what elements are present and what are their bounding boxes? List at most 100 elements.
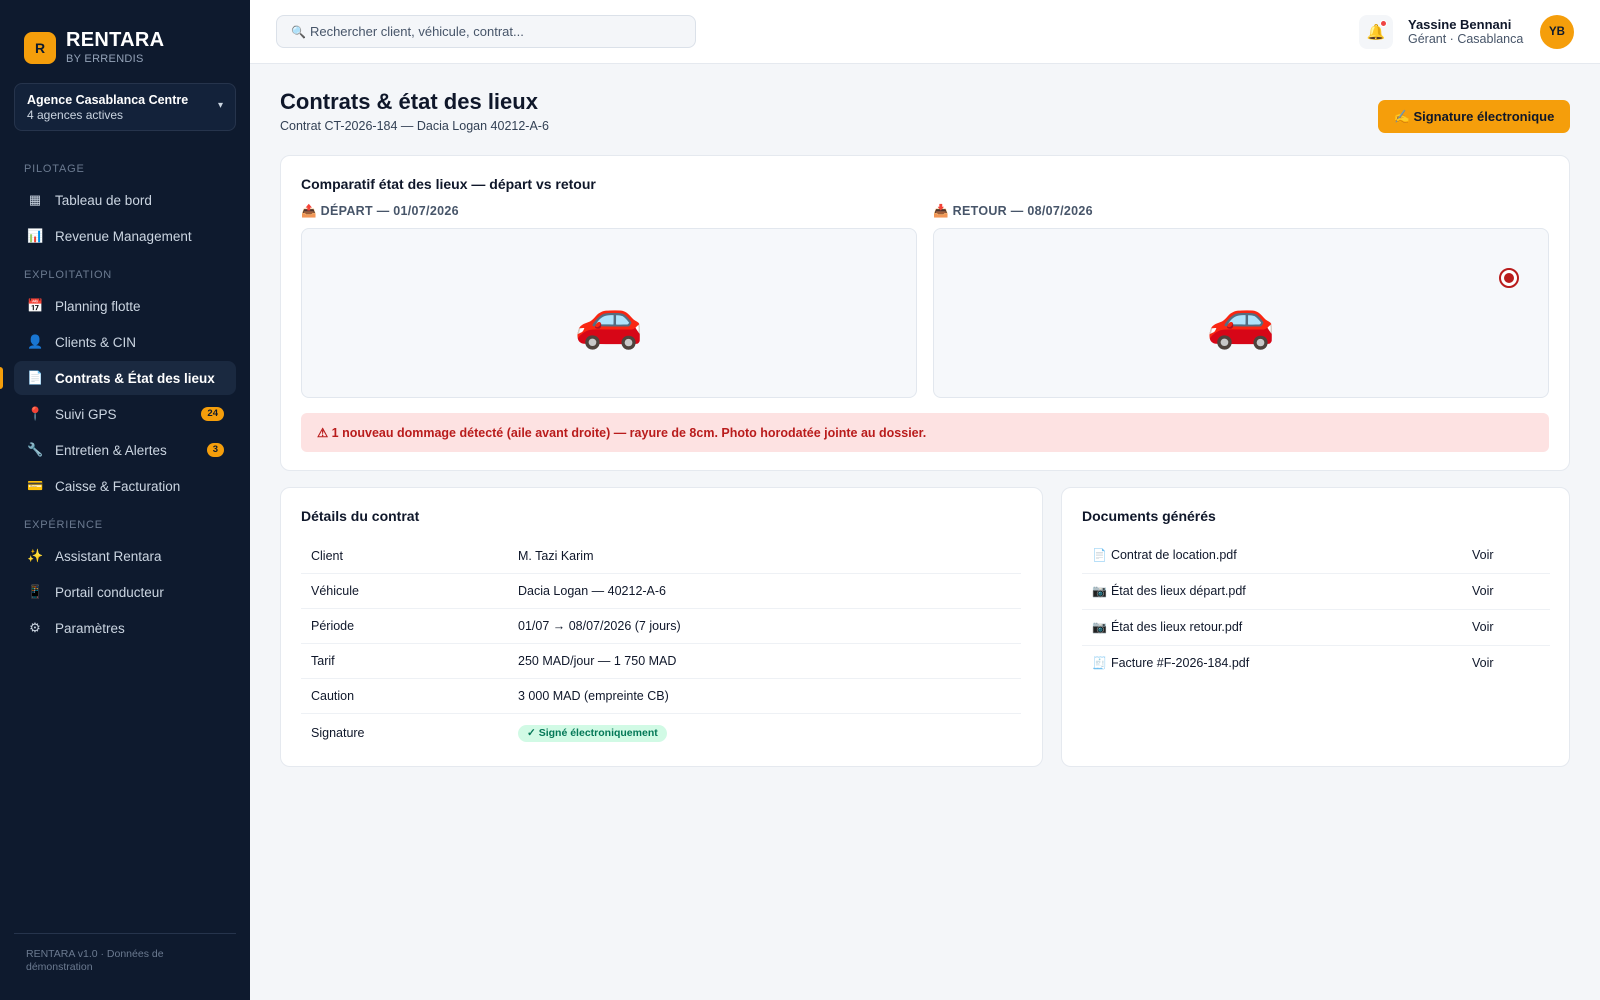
phone-icon: 📱	[27, 584, 44, 599]
camera-icon: 📷	[1092, 584, 1107, 598]
document-row: 📷 État des lieux retour.pdf Voir	[1082, 610, 1550, 646]
sidebar-item-label: Portail conducteur	[55, 584, 164, 600]
detail-value-wrap: ✓ Signé électroniquement	[518, 714, 667, 752]
document-row: 🧾 Facture #F-2026-184.pdf Voir	[1082, 646, 1550, 682]
document-icon: 📄	[1092, 548, 1107, 562]
search-input[interactable]: 🔍 Rechercher client, véhicule, contrat..…	[276, 15, 696, 48]
sidebar-item-label: Paramètres	[55, 620, 125, 636]
sidebar-item-planning[interactable]: 📅 Planning flotte	[14, 289, 236, 323]
sidebar-item-assistant[interactable]: ✨ Assistant Rentara	[14, 539, 236, 573]
wrench-icon: 🔧	[27, 442, 44, 457]
view-document-link[interactable]: Voir	[1472, 646, 1494, 681]
sidebar-footer: RENTARA v1.0 · Données de démonstration	[14, 933, 236, 973]
view-document-link[interactable]: Voir	[1472, 574, 1494, 609]
document-name-text: Facture #F-2026-184.pdf	[1110, 656, 1250, 670]
sidebar-item-label: Revenue Management	[55, 228, 192, 244]
retour-photo[interactable]: 🚗	[933, 228, 1549, 398]
outbox-icon: 📤	[301, 204, 317, 218]
view-document-link[interactable]: Voir	[1472, 538, 1494, 573]
sidebar-item-label: Tableau de bord	[55, 192, 152, 208]
user-info[interactable]: Yassine Bennani Gérant · Casablanca	[1408, 17, 1523, 47]
depart-photo[interactable]: 🚗	[301, 228, 917, 398]
detail-value: M. Tazi Karim	[518, 549, 594, 563]
sidebar-item-gps[interactable]: 📍 Suivi GPS 24	[14, 397, 236, 431]
active-indicator	[0, 367, 3, 389]
detail-row-deposit: Caution 3 000 MAD (empreinte CB)	[301, 679, 1021, 714]
sidebar-item-maintenance[interactable]: 🔧 Entretien & Alertes 3	[14, 433, 236, 467]
depart-label: 📤 DÉPART — 01/07/2026	[301, 204, 459, 219]
sidebar: R RENTARA BY ERRENDIS Agence Casablanca …	[0, 0, 250, 1000]
document-name-text: État des lieux retour.pdf	[1110, 620, 1243, 634]
sidebar-item-driver-portal[interactable]: 📱 Portail conducteur	[14, 575, 236, 609]
notification-dot	[1380, 20, 1387, 27]
e-signature-button[interactable]: ✍ Signature électronique	[1378, 100, 1570, 133]
search-icon: 🔍	[291, 24, 306, 39]
brand[interactable]: R RENTARA BY ERRENDIS	[24, 30, 164, 66]
detail-value: 01/07 → 08/07/2026 (7 jours)	[518, 619, 681, 633]
comparison-card: Comparatif état des lieux — départ vs re…	[280, 155, 1570, 471]
detail-key: Signature	[311, 726, 365, 740]
retour-label: 📥 RETOUR — 08/07/2026	[933, 204, 1093, 219]
document-row: 📷 État des lieux départ.pdf Voir	[1082, 574, 1550, 610]
avatar[interactable]: YB	[1540, 15, 1574, 49]
detail-value: 250 MAD/jour — 1 750 MAD	[518, 654, 677, 668]
detail-key: Véhicule	[311, 584, 359, 598]
camera-icon: 📷	[1092, 620, 1107, 634]
sidebar-item-dashboard[interactable]: ▦ Tableau de bord	[14, 183, 236, 217]
notifications-button[interactable]: 🔔	[1359, 15, 1393, 49]
user-role: Gérant · Casablanca	[1408, 32, 1524, 46]
detail-value: Dacia Logan — 40212-A-6	[518, 584, 667, 598]
damage-alert: ⚠ 1 nouveau dommage détecté (aile avant …	[301, 413, 1549, 452]
document-name-text: Contrat de location.pdf	[1110, 548, 1237, 562]
car-icon: 🚗	[574, 287, 644, 350]
sidebar-item-revenue[interactable]: 📊 Revenue Management	[14, 219, 236, 253]
nav-section-exploitation: EXPLOITATION	[24, 269, 113, 281]
document-icon: 📄	[27, 370, 44, 385]
sidebar-item-label: Suivi GPS	[55, 406, 117, 422]
sidebar-item-label: Clients & CIN	[55, 334, 137, 350]
sidebar-item-settings[interactable]: ⚙ Paramètres	[14, 611, 236, 645]
receipt-icon: 🧾	[1092, 656, 1107, 670]
detail-key: Caution	[311, 689, 355, 703]
detail-key: Période	[311, 619, 355, 633]
sidebar-item-contracts[interactable]: 📄 Contrats & État des lieux	[14, 361, 236, 395]
user-icon: 👤	[27, 334, 44, 349]
topbar: 🔍 Rechercher client, véhicule, contrat..…	[250, 0, 1600, 64]
detail-row-vehicle: Véhicule Dacia Logan — 40212-A-6	[301, 574, 1021, 609]
calendar-icon: 📅	[27, 298, 44, 313]
page-subtitle: Contrat CT-2026-184 — Dacia Logan 40212-…	[280, 119, 549, 133]
sidebar-item-label: Planning flotte	[55, 298, 141, 314]
detail-row-signature: Signature ✓ Signé électroniquement	[301, 714, 1021, 752]
agency-selector[interactable]: Agence Casablanca Centre 4 agences activ…	[14, 83, 236, 131]
chart-icon: 📊	[27, 228, 44, 243]
page-title: Contrats & état des lieux	[280, 89, 538, 114]
contract-details-card: Détails du contrat Client M. Tazi Karim …	[280, 487, 1043, 767]
document-name-text: État des lieux départ.pdf	[1110, 584, 1246, 598]
nav-section-pilotage: PILOTAGE	[24, 163, 85, 175]
document-name: 📷 État des lieux retour.pdf	[1092, 610, 1242, 645]
document-name: 📄 Contrat de location.pdf	[1092, 538, 1237, 573]
damage-marker[interactable]	[1499, 268, 1519, 288]
retour-label-text: RETOUR — 08/07/2026	[952, 204, 1093, 218]
sidebar-item-label: Contrats & État des lieux	[55, 370, 215, 386]
gps-count-badge: 24	[201, 407, 224, 421]
document-name: 🧾 Facture #F-2026-184.pdf	[1092, 646, 1249, 681]
agency-name: Agence Casablanca Centre	[27, 93, 189, 107]
sparkles-icon: ✨	[27, 548, 44, 563]
sidebar-item-label: Assistant Rentara	[55, 548, 162, 564]
pin-icon: 📍	[27, 406, 44, 421]
sidebar-item-billing[interactable]: 💳 Caisse & Facturation	[14, 469, 236, 503]
detail-row-rate: Tarif 250 MAD/jour — 1 750 MAD	[301, 644, 1021, 679]
sidebar-item-clients[interactable]: 👤 Clients & CIN	[14, 325, 236, 359]
detail-row-period: Période 01/07 → 08/07/2026 (7 jours)	[301, 609, 1021, 644]
brand-tagline: BY ERRENDIS	[66, 53, 144, 65]
view-document-link[interactable]: Voir	[1472, 610, 1494, 645]
alerts-count-badge: 3	[206, 443, 224, 457]
user-name: Yassine Bennani	[1408, 17, 1512, 32]
brand-name: RENTARA	[66, 29, 165, 51]
documents-card: Documents générés 📄 Contrat de location.p…	[1061, 487, 1570, 767]
sidebar-item-label: Entretien & Alertes	[55, 442, 167, 458]
brand-logo: R	[24, 32, 56, 64]
gear-icon: ⚙	[29, 620, 41, 635]
agency-count: 4 agences actives	[27, 108, 124, 122]
